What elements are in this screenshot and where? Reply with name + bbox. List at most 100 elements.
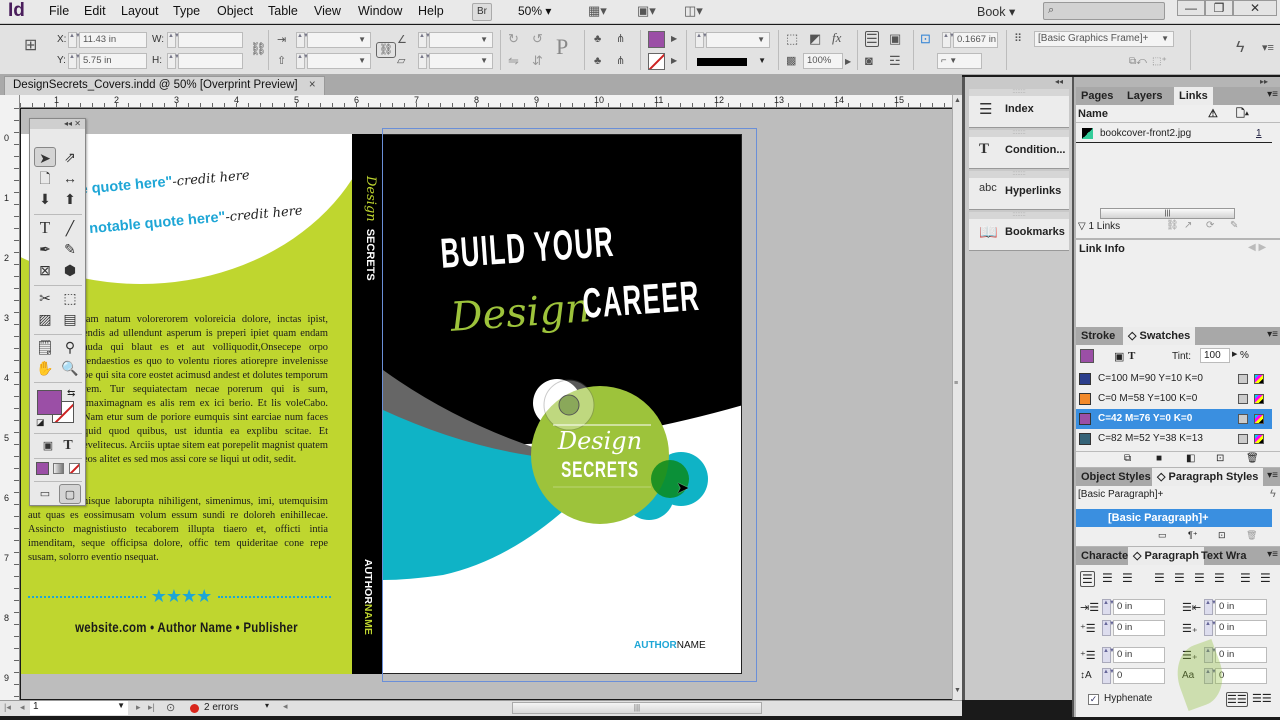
direct-selection-tool-icon[interactable]: ⇗ [59,147,81,167]
next-page-icon[interactable]: ▸ [136,702,141,713]
x-field[interactable]: 11.43 in [79,32,147,48]
minimize-button[interactable]: — [1177,0,1205,16]
type-tool-icon[interactable]: T [34,218,56,238]
polygon-tool-icon[interactable]: ⬢ [59,260,81,280]
vertical-ruler[interactable]: 0 1 2 3 4 5 6 7 8 9 [0,95,20,700]
corner-shape-dropdown[interactable]: ⌐ ▼ [937,53,982,69]
pencil-tool-icon[interactable]: ✎ [59,239,81,259]
space-before-spinner[interactable]: ▲▼ [1102,647,1115,663]
back-cover-footer[interactable]: website.com • Author Name • Publisher [51,619,322,635]
horizontal-scroll-thumb[interactable]: ||| [512,702,762,714]
delete-style-icon[interactable]: 🗑 [1246,530,1257,541]
gradient-feather-tool-icon[interactable]: ▤ [59,309,81,329]
headline-line-2[interactable]: CAREER [581,272,701,328]
constrain-scale-icon[interactable]: ⛓ [376,42,396,58]
tab-paragraph[interactable]: ◇ Paragraph [1128,547,1204,565]
content-placer-icon[interactable]: ⬆ [59,189,81,209]
y-field[interactable]: 5.75 in [79,53,147,69]
pen-tool-icon[interactable]: ✒ [34,239,56,259]
stroke-weight-spinner[interactable]: ▲▼ [695,32,708,48]
page-tool-icon[interactable]: 🗋 [34,168,56,188]
tools-panel-header[interactable]: ◂◂ ✕ [30,119,85,129]
flip-vertical-icon[interactable]: ⇵ [532,54,543,68]
apply-gradient-icon[interactable] [53,463,64,474]
panel-button-conditional-text[interactable]: :::::::: T Condition... [969,130,1069,169]
object-style-dropdown[interactable]: [Basic Graphics Frame]+ ▼ [1034,31,1174,47]
tab-paragraph-styles[interactable]: ◇ Paragraph Styles [1152,468,1264,486]
rotation-field[interactable]: ▼ [429,32,493,48]
swatch-row[interactable]: C=82 M=52 Y=38 K=13 [1076,429,1272,449]
swatch-row-selected[interactable]: C=42 M=76 Y=0 K=0 [1076,409,1272,429]
collapse-icon[interactable]: ◂◂ [64,119,72,128]
justify-all-icon[interactable]: ☰ [1214,571,1225,585]
hyphenate-checkbox[interactable]: ✓ [1088,694,1099,705]
last-page-icon[interactable]: ▸| [148,702,155,713]
menu-layout[interactable]: Layout [121,4,159,18]
text-wrap-none-icon[interactable]: ☰ [865,31,879,47]
tab-stroke[interactable]: Stroke [1076,327,1120,345]
search-input[interactable]: ⌕ [1043,2,1165,20]
panel-menu-icon[interactable]: ▾≡ [1267,329,1278,340]
scroll-up-icon[interactable]: ▲ [954,97,961,104]
status-warning-icon[interactable]: ⚠ [1208,105,1218,123]
tint-slider-icon[interactable]: ▶ [1232,350,1237,358]
close-tab-icon[interactable]: × [309,79,316,91]
select-previous-icon[interactable]: ⋔ [616,32,625,46]
panel-menu-icon[interactable]: ▾≡ [1267,89,1278,100]
panel-button-index[interactable]: :::::::: ☰ Index [969,89,1069,128]
menu-window[interactable]: Window [358,4,402,18]
first-line-indent-field[interactable]: 0 in [1113,620,1165,636]
justify-left-icon[interactable]: ☰ [1154,571,1165,585]
collapse-dock-icon[interactable]: ◂◂ [1055,77,1063,86]
drop-shadow-toggle-icon[interactable]: ⬚ [786,32,798,46]
line-tool-icon[interactable]: ╱ [59,218,81,238]
link-row[interactable]: bookcover-front2.jpg 1 [1076,125,1272,143]
show-color-swatches-icon[interactable]: ■ [1156,453,1162,464]
fill-swatch-indicator[interactable] [1080,349,1094,363]
view-options-icon[interactable]: ▦▾ [588,4,607,18]
stroke-dropdown-icon[interactable]: ▶ [671,54,677,68]
spine-title[interactable]: Design SECRETS [363,176,378,281]
drop-cap-lines-field[interactable]: 0 [1113,668,1165,684]
constrain-proportions-icon[interactable]: ⛓ [250,42,267,56]
zoom-level-dropdown[interactable]: 50% ▾ [518,4,551,18]
column-name[interactable]: Name [1078,108,1108,120]
opacity-dropdown-icon[interactable]: ▶ [845,55,851,69]
panel-menu-icon[interactable]: ▾≡ [1267,549,1278,560]
tint-field[interactable]: 100 [1200,348,1230,363]
menu-type[interactable]: Type [173,4,200,18]
scale-y-field[interactable]: ▼ [307,53,371,69]
stroke-weight-field[interactable]: ▼ [706,32,770,48]
rotate-cw-icon[interactable]: ↻ [508,32,519,46]
stroke-swatch-none[interactable] [648,53,665,70]
tab-text-wrap[interactable]: Text Wra [1196,547,1251,565]
scale-x-field[interactable]: ▼ [307,32,371,48]
align-away-spine-icon[interactable]: ☰ [1260,571,1271,585]
show-all-swatches-icon[interactable]: ⧉ [1124,453,1131,464]
rectangle-frame-tool-icon[interactable]: ⊠ [34,260,56,280]
formatting-text-icon[interactable]: T [57,436,79,456]
update-link-icon[interactable]: ⟳ [1206,220,1214,231]
apply-color-icon[interactable] [36,462,49,475]
drop-cap-chars-field[interactable]: 0 [1215,668,1267,684]
space-after-field[interactable]: 0 in [1215,647,1267,663]
delete-swatch-icon[interactable]: 🗑 [1246,453,1259,464]
space-before-field[interactable]: 0 in [1113,647,1165,663]
go-to-link-icon[interactable]: ↗ [1184,220,1192,231]
panel-button-hyperlinks[interactable]: :::::::: abc Hyperlinks [969,171,1069,210]
select-content-icon[interactable]: ♣ [594,54,601,68]
wrap-object-shape-icon[interactable]: ◙ [865,54,873,68]
default-colors-icon[interactable]: ◪ [36,417,45,428]
fill-color-swatch[interactable] [37,390,62,415]
formatting-text-icon[interactable]: T [1128,350,1135,362]
opacity-field[interactable]: 100% [803,53,843,69]
edit-original-icon[interactable]: ✎ [1230,220,1238,231]
fill-swatch[interactable] [648,31,665,48]
first-line-indent-spinner[interactable]: ▲▼ [1102,620,1115,636]
first-page-icon[interactable]: |◂ [4,702,11,713]
swatch-row[interactable]: C=100 M=90 Y=10 K=0 [1076,369,1272,389]
shear-spinner[interactable]: ▲▼ [418,53,431,69]
bridge-button[interactable]: Br [472,3,492,21]
close-panel-icon[interactable]: ✕ [74,119,81,128]
menu-edit[interactable]: Edit [84,4,106,18]
